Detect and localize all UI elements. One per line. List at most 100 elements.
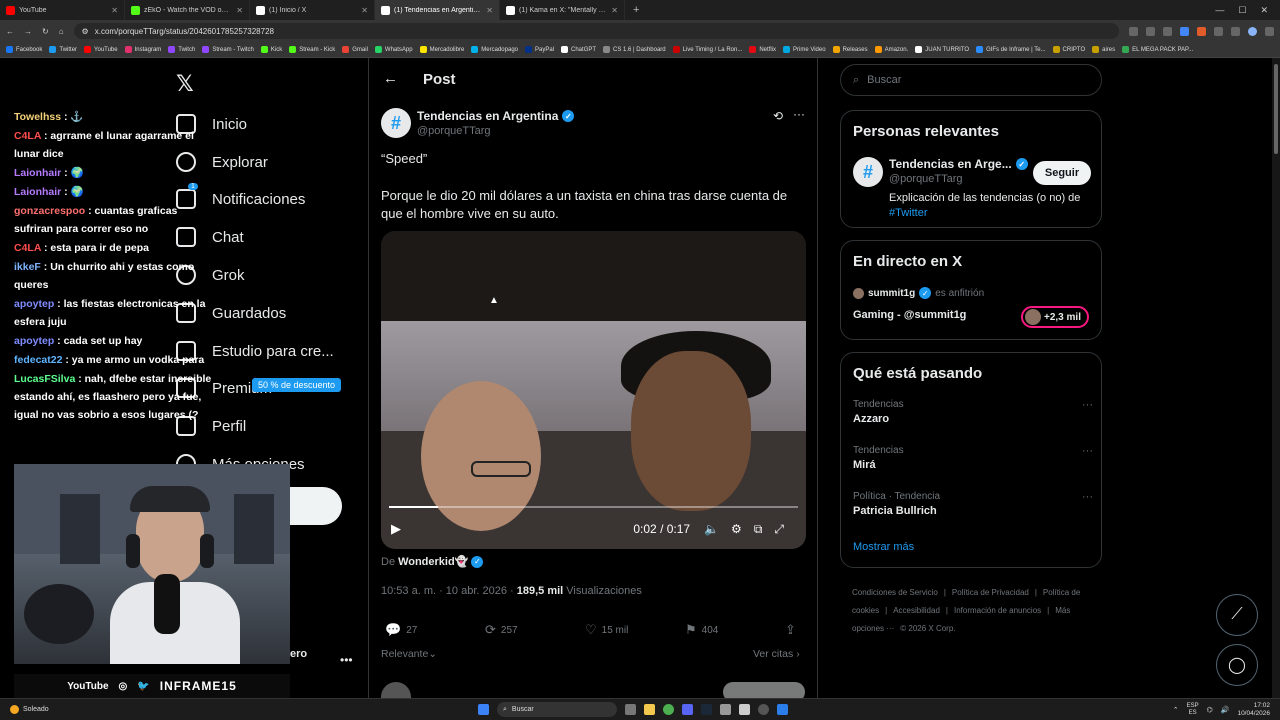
play-icon[interactable]: ▶ [391, 521, 401, 537]
sort-dropdown[interactable]: Relevante⌄ [381, 648, 437, 660]
menu-icon[interactable] [1265, 26, 1274, 36]
url-field[interactable]: ⚙ x.com/porqueTTarg/status/2042601785257… [73, 23, 1119, 39]
source-user[interactable]: Wonderkid👻 [398, 555, 468, 568]
bookmark-item[interactable]: aires [1092, 46, 1115, 53]
x-logo-icon[interactable]: 𝕏 [176, 72, 194, 97]
tab-close-icon[interactable]: ✕ [361, 6, 368, 15]
scrollbar-thumb[interactable] [1274, 64, 1278, 154]
bookmark-item[interactable]: CRIPTO [1052, 46, 1085, 53]
chevron-up-icon[interactable]: ⌃ [1173, 706, 1179, 714]
tab-close-icon[interactable]: ✕ [236, 6, 243, 15]
maximize-icon[interactable]: ☐ [1238, 5, 1246, 16]
bookmark-item[interactable]: GIFs de Inframe | Te... [976, 46, 1046, 53]
steam-icon[interactable] [701, 704, 712, 715]
relevant-avatar[interactable]: # [853, 157, 883, 187]
footer-link[interactable]: Política de Privacidad [952, 588, 1029, 597]
bookmark-item[interactable]: Gmail [342, 46, 368, 53]
home-icon[interactable]: ⌂ [59, 27, 64, 36]
relevant-name[interactable]: Tendencias en Arge... ✓ [889, 157, 1028, 171]
browser-tab[interactable]: zEkO - Watch the VOD on Kick ✕ [125, 0, 250, 20]
star-icon[interactable] [1163, 26, 1172, 36]
footer-link[interactable]: © 2026 X Corp. [900, 624, 955, 633]
close-icon[interactable]: ✕ [1260, 5, 1268, 16]
app-icon[interactable] [739, 704, 750, 715]
bookmark-item[interactable]: Netflix [749, 46, 776, 53]
back-icon[interactable]: ← [6, 27, 14, 36]
repost-button[interactable]: ⟳ 257 [485, 622, 585, 638]
video-player[interactable]: ▲ ▶ 0:02 / 0:17 🔈 ⚙ ⧉ ⤢ [381, 231, 806, 549]
bookmark-item[interactable]: Prime Video [783, 46, 826, 53]
bookmark-item[interactable]: Facebook [6, 46, 42, 53]
bookmark-item[interactable]: Instagram [124, 46, 161, 53]
language-indicator[interactable]: ESP ES [1187, 703, 1199, 717]
back-arrow-icon[interactable]: ← [383, 70, 398, 87]
extension-icon[interactable] [1214, 26, 1223, 36]
trend-item[interactable]: Tendencias Mirá ··· [853, 445, 1093, 471]
page-scrollbar[interactable] [1272, 58, 1280, 698]
trend-item[interactable]: Política · Tendencia Patricia Bullrich ··· [853, 491, 1093, 517]
grok-fab-icon[interactable]: ⟋ [1216, 594, 1258, 636]
browser-tab[interactable]: (1) Inicio / X ✕ [250, 0, 375, 20]
discord-icon[interactable] [682, 704, 693, 715]
bookmark-item[interactable]: Mercadolibre [419, 46, 464, 53]
follow-button[interactable]: Seguir [1033, 161, 1091, 185]
bookmark-item[interactable]: YouTube [84, 46, 118, 53]
extension-icon[interactable] [1180, 26, 1189, 36]
bookmark-item[interactable]: JUAN TURRITO [915, 46, 969, 53]
like-button[interactable]: ♡ 15 mil [585, 622, 685, 638]
bookmark-item[interactable]: EL MEGA PACK PAP... [1122, 46, 1193, 53]
bookmark-item[interactable]: Amazon. [874, 46, 908, 53]
grok-explain-icon[interactable]: ⟲ [773, 109, 783, 123]
site-info-icon[interactable]: ⚙ [82, 27, 89, 36]
bookmark-item[interactable]: WhatsApp [374, 46, 413, 53]
reply-button[interactable]: 💬 27 [385, 622, 485, 638]
post-timestamp[interactable]: 10:53 a. m. · 10 abr. 2026 · [381, 585, 517, 597]
footer-link[interactable]: Condiciones de Servicio [852, 588, 938, 597]
reply-submit-button[interactable] [723, 682, 805, 698]
trend-more-icon[interactable]: ··· [1082, 445, 1093, 457]
clock[interactable]: 17:02 10/04/2026 [1237, 702, 1270, 718]
tab-close-icon[interactable]: ✕ [611, 6, 618, 15]
view-quotes-link[interactable]: Ver citas › [753, 648, 800, 660]
bookmark-item[interactable]: Twitch [168, 46, 195, 53]
new-tab-button[interactable]: + [625, 4, 647, 16]
puzzle-icon[interactable] [1231, 26, 1240, 36]
trend-item[interactable]: Tendencias Azzaro ··· [853, 399, 1093, 425]
pip-icon[interactable]: ⧉ [754, 522, 763, 537]
share-button[interactable]: ⇪ [785, 622, 796, 638]
browser-tab[interactable]: (1) Kama en X: "Mentally I'm ha...✕ [500, 0, 625, 20]
account-more-icon[interactable]: ••• [340, 653, 353, 667]
footer-link[interactable]: Información de anuncios [954, 606, 1041, 615]
bookmark-item[interactable]: Kick [260, 46, 282, 53]
bookmark-item[interactable]: Releases [832, 46, 868, 53]
file-explorer-icon[interactable] [644, 704, 655, 715]
footer-link[interactable]: Accesibilidad [893, 606, 940, 615]
hashtag-link[interactable]: #Twitter [889, 207, 928, 219]
bookmark-button[interactable]: ⚑ 404 [685, 622, 785, 638]
weather-widget[interactable]: Soleado [10, 705, 49, 714]
messages-fab-icon[interactable]: ◯ [1216, 644, 1258, 686]
search-input[interactable]: ⌕ Buscar [840, 64, 1102, 96]
bookmark-item[interactable]: ChatGPT [561, 46, 596, 53]
reload-icon[interactable]: ↻ [42, 27, 49, 36]
cast-icon[interactable] [1146, 26, 1155, 36]
volume-icon[interactable]: 🔊 [1221, 706, 1230, 714]
volume-icon[interactable]: 🔈 [704, 522, 719, 536]
trend-more-icon[interactable]: ··· [1082, 491, 1093, 503]
settings-icon[interactable]: ⚙ [731, 522, 742, 536]
bookmark-item[interactable]: Stream - Kick [289, 46, 335, 53]
app-icon[interactable] [777, 704, 788, 715]
forward-icon[interactable]: → [24, 27, 32, 36]
chrome-icon[interactable] [663, 704, 674, 715]
browser-tab[interactable]: (1) Tendencias en Argentin... ✕ [375, 0, 500, 20]
windows-start-icon[interactable] [478, 704, 489, 715]
task-view-icon[interactable] [625, 704, 636, 715]
zoom-icon[interactable] [1129, 26, 1138, 36]
minimize-icon[interactable]: — [1215, 5, 1224, 16]
wifi-icon[interactable]: ⌬ [1207, 706, 1213, 714]
bookmark-item[interactable]: Stream - Twitch [202, 46, 254, 53]
relevant-handle[interactable]: @porqueTTarg [889, 173, 963, 185]
browser-tab[interactable]: YouTube ✕ [0, 0, 125, 20]
live-host[interactable]: summit1g ✓ es anfitrión [853, 287, 984, 299]
obs-icon[interactable] [758, 704, 769, 715]
